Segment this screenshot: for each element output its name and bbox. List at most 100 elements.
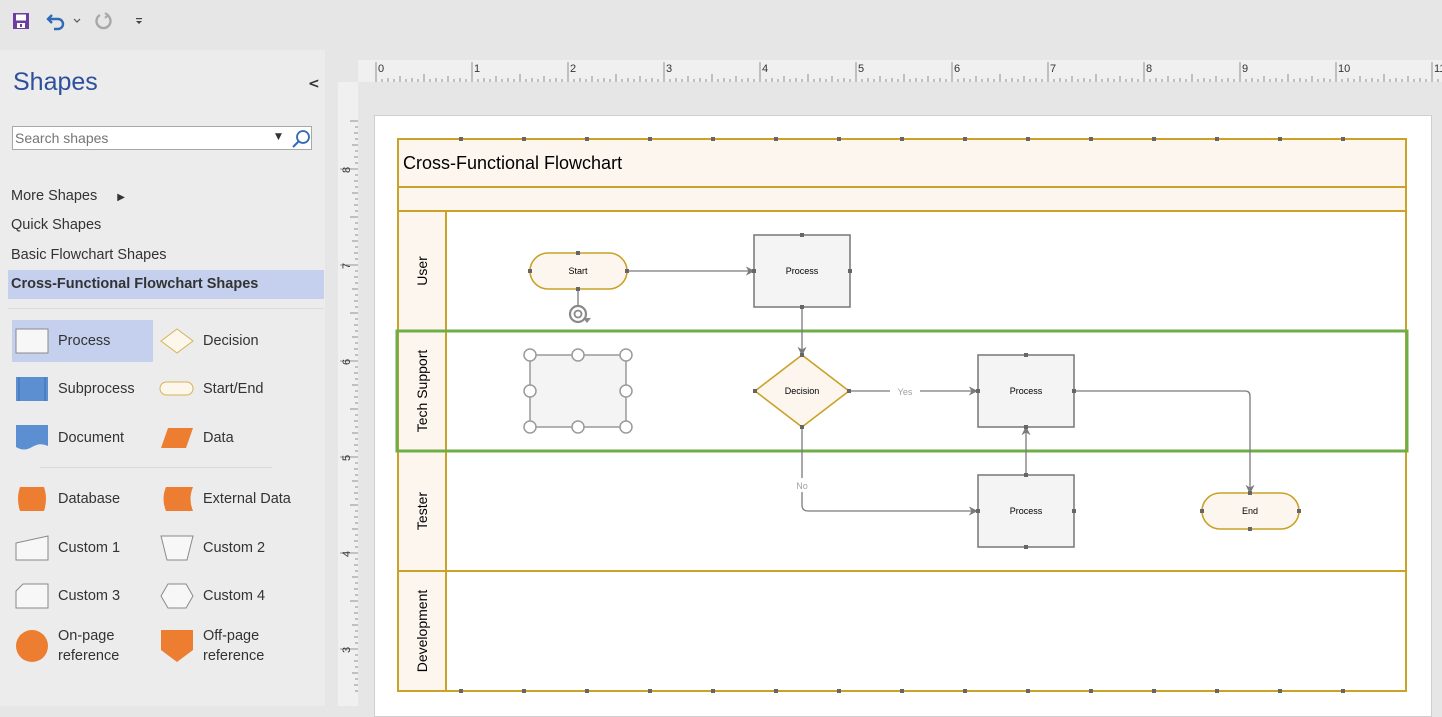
subprocess-shape-icon [16, 377, 48, 401]
swimlane-development[interactable]: Development [397, 570, 1407, 692]
container-handle [648, 689, 652, 693]
container-handle [522, 137, 526, 141]
container-handle [1215, 137, 1219, 141]
shape-start[interactable]: Start [529, 252, 628, 290]
shape-process-user[interactable]: Process [753, 234, 851, 308]
off-page-reference-shape-icon [161, 630, 193, 662]
connector-label-yes: Yes [898, 387, 913, 397]
search-icon [292, 130, 310, 148]
container-handle [711, 689, 715, 693]
shape-custom-3[interactable]: Custom 3 [12, 575, 120, 617]
container-handle [1278, 689, 1282, 693]
drawing-canvas[interactable]: 01234567891011 876543 Cross-Functional F… [330, 50, 1442, 717]
custom-4-shape-icon [160, 583, 194, 609]
custom-1-shape-icon [15, 535, 49, 561]
collapse-panel-button[interactable]: < [308, 76, 320, 92]
shape-process[interactable]: Process [12, 320, 153, 362]
stencil-basic-flowchart[interactable]: Basic Flowchart Shapes [11, 247, 167, 263]
shape-label: Process [58, 333, 111, 349]
shape-process-tester[interactable]: Process [977, 474, 1075, 548]
lane-label: Tester [414, 492, 430, 530]
shape-document[interactable]: Document [12, 417, 124, 459]
search-dropdown-icon[interactable]: ▼ [275, 132, 282, 142]
shape-label: Custom 1 [58, 540, 121, 556]
container-handle [711, 137, 715, 141]
shape-label: Data [203, 430, 234, 446]
container-handle [837, 137, 841, 141]
container-handle [837, 689, 841, 693]
shapes-panel: Shapes < ▼ More Shapes ▶ Quick Shapes Ba… [0, 50, 325, 706]
stencil-label: More Shapes [11, 188, 98, 204]
container-handle [774, 137, 778, 141]
divider [40, 467, 272, 468]
undo-dropdown-button[interactable] [70, 10, 84, 32]
shape-custom-4[interactable]: Custom 4 [157, 575, 265, 617]
data-shape-icon [161, 428, 193, 448]
container-handle [585, 137, 589, 141]
container-handle [1278, 137, 1282, 141]
search-button[interactable] [291, 129, 311, 153]
chevron-down-icon [73, 18, 81, 23]
container-handle [963, 137, 967, 141]
shape-text: Decision [785, 386, 820, 396]
container-handle [1026, 689, 1030, 693]
panel-title: Shapes [13, 68, 98, 96]
shape-new-process-selected[interactable] [529, 354, 627, 428]
shape-database[interactable]: Database [12, 478, 120, 520]
shape-label: Off-page reference [203, 628, 265, 664]
container-handle [900, 689, 904, 693]
shape-custom-1[interactable]: Custom 1 [12, 527, 120, 569]
shape-subprocess[interactable]: Subprocess [12, 368, 135, 410]
shape-on-page-reference[interactable]: On-page reference [12, 623, 119, 669]
start-end-shape-icon [159, 381, 194, 396]
external-data-shape-icon [163, 487, 193, 511]
shape-decision[interactable]: Decision [157, 320, 259, 362]
shape-data[interactable]: Data [157, 417, 234, 459]
container-handle [1341, 137, 1345, 141]
shape-label: External Data [203, 491, 291, 507]
shape-label: Database [58, 491, 121, 507]
container-handle [459, 689, 463, 693]
container-handle [1026, 137, 1030, 141]
customize-icon [136, 18, 142, 24]
database-shape-icon [18, 487, 46, 511]
container-handle [963, 689, 967, 693]
custom-2-shape-icon [160, 535, 194, 561]
container-handle [1215, 689, 1219, 693]
shape-label: Decision [203, 333, 259, 349]
container-handle [585, 689, 589, 693]
stencil-quick-shapes[interactable]: Quick Shapes [11, 217, 101, 233]
process-shape-icon [15, 328, 49, 354]
search-input[interactable] [15, 128, 270, 148]
shape-label: Start/End [203, 381, 264, 397]
on-page-reference-shape-icon [16, 630, 48, 662]
lane-label: User [414, 256, 430, 286]
shape-off-page-reference[interactable]: Off-page reference [157, 623, 264, 669]
container-handle [1152, 137, 1156, 141]
shape-label: Document [58, 430, 125, 446]
flowchart-diagram: Cross-Functional Flowchart User Tech Sup… [395, 137, 1409, 693]
save-button[interactable] [10, 10, 32, 32]
shape-process-support[interactable]: Process [977, 354, 1075, 428]
stencil-more-shapes[interactable]: More Shapes ▶ [11, 188, 125, 204]
shape-text: Process [1010, 506, 1043, 516]
stencil-label: Cross-Functional Flowchart Shapes [11, 276, 259, 292]
stencil-cross-functional[interactable]: Cross-Functional Flowchart Shapes [8, 270, 324, 299]
undo-button[interactable] [44, 10, 68, 32]
container-handle [1341, 689, 1345, 693]
container-handle [1152, 689, 1156, 693]
shape-custom-2[interactable]: Custom 2 [157, 527, 265, 569]
customize-toolbar-button[interactable] [132, 10, 146, 32]
phase-band[interactable] [397, 186, 1407, 212]
submenu-arrow-icon: ▶ [117, 192, 125, 203]
container-handle [459, 137, 463, 141]
shape-external-data[interactable]: External Data [157, 478, 291, 520]
shape-start-end[interactable]: Start/End [157, 368, 263, 410]
container-handle [900, 137, 904, 141]
diagram-title[interactable]: Cross-Functional Flowchart [403, 153, 622, 173]
shape-end[interactable]: End [1201, 492, 1300, 530]
decision-shape-icon [160, 328, 194, 354]
redo-button[interactable] [93, 10, 115, 32]
container-handle [648, 137, 652, 141]
shape-label: Custom 4 [203, 588, 266, 604]
